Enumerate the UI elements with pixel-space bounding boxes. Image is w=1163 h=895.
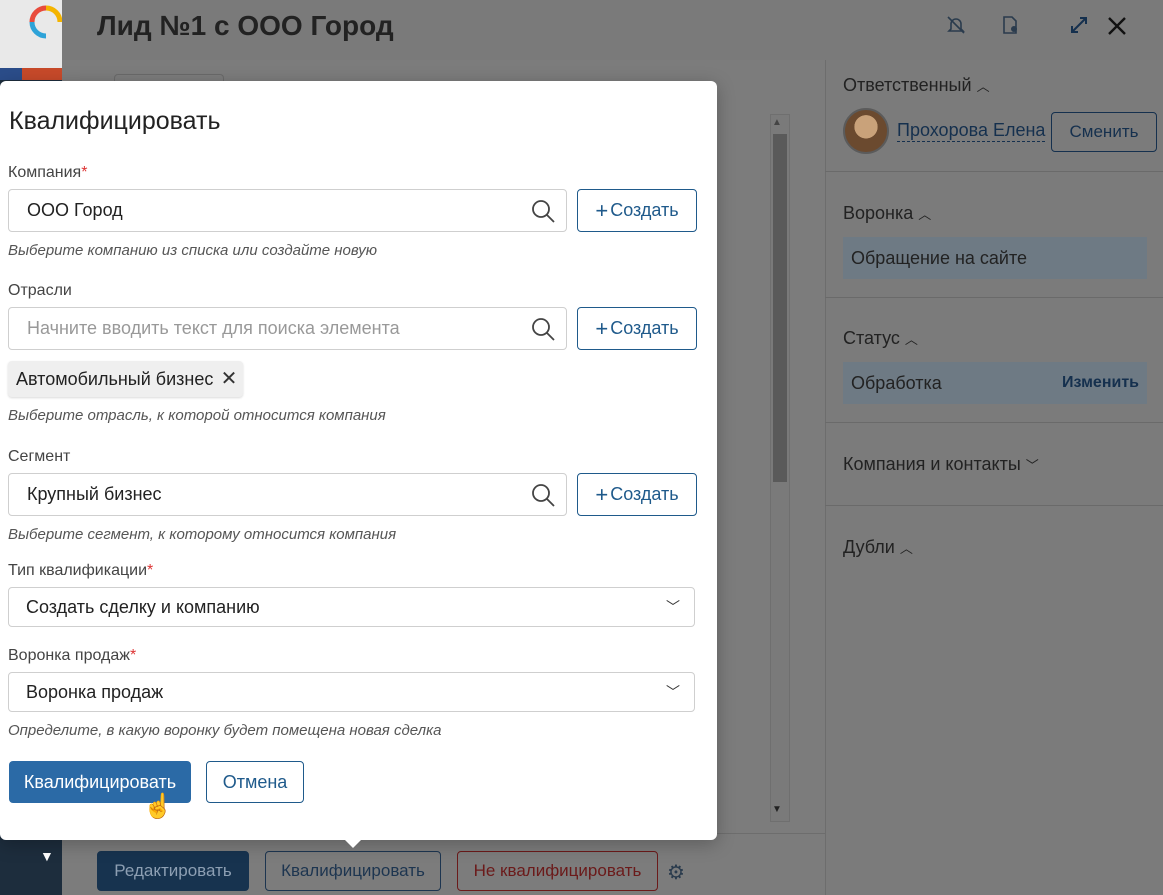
status-field: Обработка Изменить: [843, 362, 1147, 404]
document-icon[interactable]: [997, 14, 1023, 40]
funnel-value: Обращение на сайте: [843, 237, 1147, 279]
chevron-down-icon: ﹀: [666, 599, 680, 615]
qualification-type-label: Тип квалификации*: [8, 562, 154, 579]
segment-input[interactable]: Крупный бизнес: [8, 473, 567, 516]
gear-icon[interactable]: ⚙: [667, 860, 685, 885]
modal-pointer: [341, 836, 365, 848]
industries-hint: Выберите отрасль, к которой относится ко…: [8, 407, 386, 424]
search-icon[interactable]: [530, 482, 556, 508]
company-label: Компания*: [8, 164, 88, 181]
divider: [825, 297, 1163, 298]
segment-label: Сегмент: [8, 448, 71, 465]
qualify-footer-button[interactable]: Квалифицировать: [265, 851, 441, 891]
scrollbar-thumb[interactable]: [773, 134, 787, 482]
create-company-button[interactable]: + Создать: [577, 189, 697, 232]
company-input[interactable]: ООО Город: [8, 189, 567, 232]
industry-tag: Автомобильный бизнес ✕: [8, 361, 244, 397]
search-icon[interactable]: [530, 316, 556, 342]
change-responsible-button[interactable]: Сменить: [1051, 112, 1157, 152]
page-title: Лид №1 с ООО Город: [97, 10, 394, 41]
funnel-section-title[interactable]: Воронка ︿: [843, 203, 931, 224]
companies-section-title[interactable]: Компания и контакты ﹀: [843, 454, 1039, 475]
industries-label: Отрасли: [8, 282, 72, 299]
cancel-button[interactable]: Отмена: [206, 761, 304, 803]
create-industry-button[interactable]: + Создать: [577, 307, 697, 350]
app-logo-icon: [29, 5, 63, 39]
expand-icon[interactable]: [1066, 14, 1092, 40]
avatar: [843, 108, 889, 154]
divider: [825, 505, 1163, 506]
divider: [825, 422, 1163, 423]
divider: [825, 171, 1163, 172]
responsible-name-link[interactable]: Прохорова Елена: [897, 120, 1046, 142]
bell-off-icon[interactable]: [943, 14, 969, 40]
segment-hint: Выберите сегмент, к которому относится к…: [8, 526, 397, 543]
scroll-down-icon[interactable]: ▼: [772, 804, 782, 815]
sales-funnel-select[interactable]: Воронка продаж ﹀: [8, 672, 695, 712]
not-qualify-button[interactable]: Не квалифицировать: [457, 851, 658, 891]
hand-cursor-icon: ☝: [143, 793, 173, 820]
scroll-up-icon[interactable]: ▲: [772, 117, 782, 128]
duplicates-section-title[interactable]: Дубли ︿: [843, 537, 913, 558]
lead-sidebar: [825, 60, 1163, 895]
remove-tag-icon[interactable]: ✕: [221, 361, 238, 397]
app-left-strip-accent: [22, 68, 62, 80]
industries-search-input[interactable]: Начните вводить текст для поиска элемент…: [8, 307, 567, 350]
status-value: Обработка: [851, 373, 942, 393]
responsible-section-title[interactable]: Ответственный ︿: [843, 75, 990, 96]
search-icon[interactable]: [530, 198, 556, 224]
sales-funnel-label: Воронка продаж*: [8, 647, 137, 664]
chevron-down-icon: ﹀: [666, 684, 680, 700]
status-section-title[interactable]: Статус ︿: [843, 328, 918, 349]
sales-funnel-hint: Определите, в какую воронку будет помеще…: [8, 722, 442, 739]
edit-button[interactable]: Редактировать: [97, 851, 249, 891]
qualification-type-select[interactable]: Создать сделку и компанию ﹀: [8, 587, 695, 627]
create-segment-button[interactable]: + Создать: [577, 473, 697, 516]
modal-title: Квалифицировать: [9, 107, 221, 135]
menu-collapse-icon[interactable]: ▼: [40, 848, 54, 864]
close-icon[interactable]: [1104, 14, 1130, 40]
company-hint: Выберите компанию из списка или создайте…: [8, 242, 378, 259]
status-change-link[interactable]: Изменить: [1062, 362, 1139, 404]
